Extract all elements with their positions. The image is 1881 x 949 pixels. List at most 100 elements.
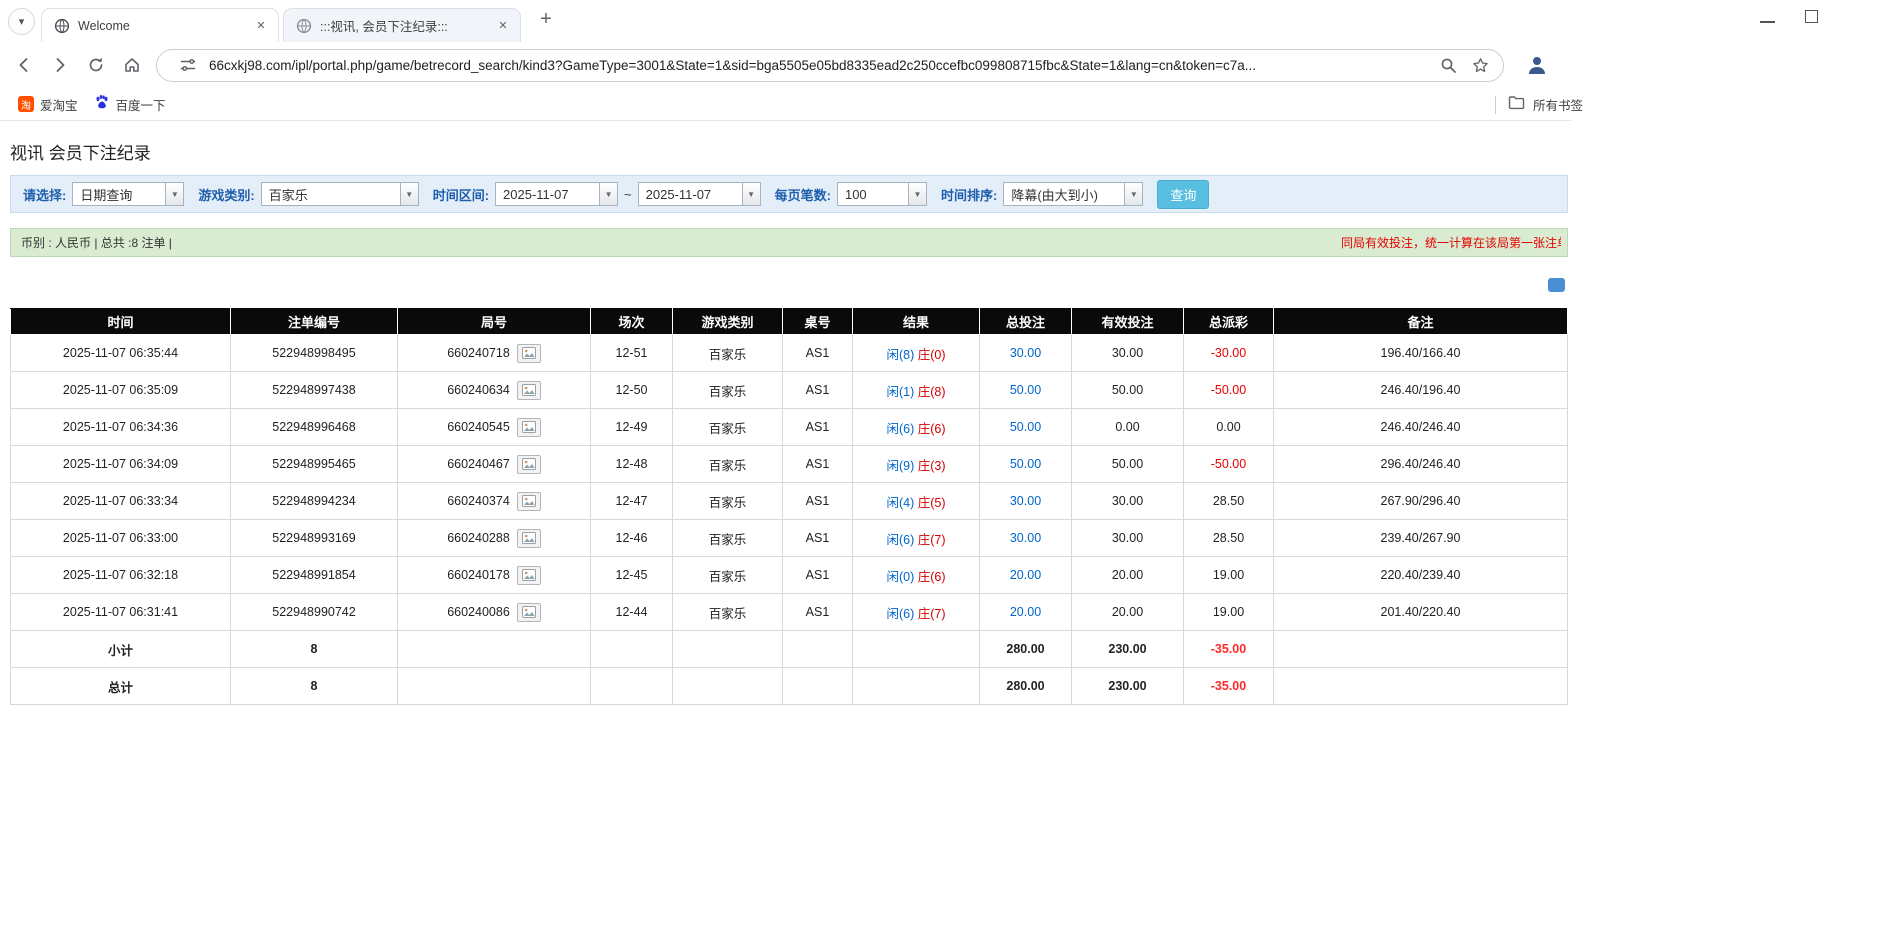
cell-round: 660240288: [398, 520, 591, 557]
sort-select[interactable]: 降幕(由大到小) ▼: [1003, 182, 1143, 206]
cell-result: 闲(6) 庄(7): [853, 520, 980, 557]
cell-valid-bet: 30.00: [1072, 483, 1184, 520]
tab-search-button[interactable]: ▾: [8, 8, 35, 35]
all-bookmarks[interactable]: 所有书签: [1495, 88, 1583, 121]
total-bet-link[interactable]: 50.00: [1010, 420, 1041, 434]
result-banker: 庄(7): [918, 533, 946, 547]
round-detail-icon[interactable]: [517, 566, 541, 585]
cell-total-bet: 20.00: [980, 557, 1072, 594]
bookmark-star-icon[interactable]: [1467, 52, 1493, 78]
round-number: 660240467: [447, 457, 510, 471]
tab-betrecord[interactable]: :::视讯, 会员下注纪录::: ✕: [283, 8, 521, 42]
result-banker: 庄(6): [918, 422, 946, 436]
tab-welcome[interactable]: Welcome ✕: [41, 8, 279, 42]
address-bar[interactable]: 66cxkj98.com/ipl/portal.php/game/betreco…: [156, 49, 1504, 82]
cell-session: 12-51: [591, 335, 673, 372]
date-to-select[interactable]: 2025-11-07 ▼: [638, 182, 761, 206]
search-button[interactable]: 查询: [1157, 180, 1209, 209]
minimize-icon[interactable]: [1760, 21, 1775, 23]
cell-empty: [673, 631, 783, 668]
sum-payout: -35.00: [1184, 631, 1274, 668]
total-bet-link[interactable]: 30.00: [1010, 531, 1041, 545]
cell-table: AS1: [783, 372, 853, 409]
cell-result: 闲(8) 庄(0): [853, 335, 980, 372]
bookmarks-bar: 淘 爱淘宝 百度一下 所有书签: [0, 88, 1571, 121]
cell-game: 百家乐: [673, 594, 783, 631]
cell-time: 2025-11-07 06:33:34: [11, 483, 231, 520]
cell-total-bet: 30.00: [980, 335, 1072, 372]
query-type-select[interactable]: 日期查询 ▼: [72, 182, 184, 206]
zoom-icon[interactable]: [1435, 52, 1461, 78]
total-bet-link[interactable]: 50.00: [1010, 383, 1041, 397]
total-row: 总计 8 280.00 230.00 -35.00: [11, 668, 1568, 705]
round-detail-icon[interactable]: [517, 418, 541, 437]
round-detail-icon[interactable]: [517, 344, 541, 363]
round-number: 660240288: [447, 531, 510, 545]
total-bet-link[interactable]: 20.00: [1010, 605, 1041, 619]
scroll-indicator[interactable]: [1548, 278, 1565, 292]
cell-round: 660240178: [398, 557, 591, 594]
chevron-down-icon: ▼: [1124, 183, 1142, 205]
cell-time: 2025-11-07 06:33:00: [11, 520, 231, 557]
table-row: 2025-11-07 06:34:09 522948995465 6602404…: [11, 446, 1568, 483]
page-title: 视讯 会员下注纪录: [10, 139, 151, 164]
cell-game: 百家乐: [673, 446, 783, 483]
url-text[interactable]: 66cxkj98.com/ipl/portal.php/game/betreco…: [209, 58, 1429, 73]
round-detail-icon[interactable]: [517, 492, 541, 511]
site-settings-icon[interactable]: [175, 52, 201, 78]
table-row: 2025-11-07 06:33:00 522948993169 6602402…: [11, 520, 1568, 557]
cell-round: 660240634: [398, 372, 591, 409]
cell-round: 660240467: [398, 446, 591, 483]
cell-bet-id: 522948998495: [231, 335, 398, 372]
back-icon[interactable]: [8, 49, 40, 81]
sum-count: 8: [231, 668, 398, 705]
round-detail-icon[interactable]: [517, 603, 541, 622]
cell-table: AS1: [783, 483, 853, 520]
forward-icon[interactable]: [44, 49, 76, 81]
round-detail-icon[interactable]: [517, 455, 541, 474]
result-banker: 庄(7): [918, 607, 946, 621]
round-number: 660240374: [447, 494, 510, 508]
cell-empty: [398, 668, 591, 705]
cell-bet-id: 522948990742: [231, 594, 398, 631]
close-icon[interactable]: ✕: [252, 17, 270, 35]
bookmark-baidu[interactable]: 百度一下: [86, 91, 174, 118]
table-header-row: 时间 注单编号 局号 场次 游戏类别 桌号 结果 总投注 有效投注 总派彩 备注: [11, 309, 1568, 335]
total-bet-link[interactable]: 50.00: [1010, 457, 1041, 471]
cell-payout: 19.00: [1184, 594, 1274, 631]
page-size-select[interactable]: 100 ▼: [837, 182, 927, 206]
taobao-icon: 淘: [18, 96, 34, 112]
query-type-value: 日期查询: [73, 183, 165, 205]
cell-note: 220.40/239.40: [1274, 557, 1568, 594]
result-player: 闲(6): [886, 607, 914, 621]
sum-payout: -35.00: [1184, 668, 1274, 705]
home-icon[interactable]: [116, 49, 148, 81]
total-bet-link[interactable]: 20.00: [1010, 568, 1041, 582]
cell-bet-id: 522948996468: [231, 409, 398, 446]
round-detail-icon[interactable]: [517, 381, 541, 400]
cell-valid-bet: 50.00: [1072, 372, 1184, 409]
new-tab-button[interactable]: +: [533, 6, 559, 32]
close-icon[interactable]: ✕: [494, 17, 512, 35]
total-bet-link[interactable]: 30.00: [1010, 346, 1041, 360]
round-detail-icon[interactable]: [517, 529, 541, 548]
currency-summary: 币别 : 人民币 | 总共 :8 注单 |: [21, 234, 172, 251]
result-banker: 庄(6): [918, 570, 946, 584]
game-type-value: 百家乐: [262, 183, 400, 205]
total-bet-link[interactable]: 30.00: [1010, 494, 1041, 508]
maximize-icon[interactable]: [1805, 10, 1818, 23]
game-type-label: 游戏类别:: [198, 185, 254, 204]
profile-icon[interactable]: [1522, 50, 1552, 80]
reload-icon[interactable]: [80, 49, 112, 81]
all-bookmarks-label: 所有书签: [1533, 95, 1583, 114]
cell-payout: 0.00: [1184, 409, 1274, 446]
cell-time: 2025-11-07 06:32:18: [11, 557, 231, 594]
col-valid-bet: 有效投注: [1072, 309, 1184, 335]
col-game: 游戏类别: [673, 309, 783, 335]
cell-bet-id: 522948991854: [231, 557, 398, 594]
cell-total-bet: 50.00: [980, 409, 1072, 446]
bookmark-taobao[interactable]: 淘 爱淘宝: [10, 92, 86, 117]
game-type-select[interactable]: 百家乐 ▼: [261, 182, 419, 206]
date-from-select[interactable]: 2025-11-07 ▼: [495, 182, 618, 206]
cell-bet-id: 522948995465: [231, 446, 398, 483]
